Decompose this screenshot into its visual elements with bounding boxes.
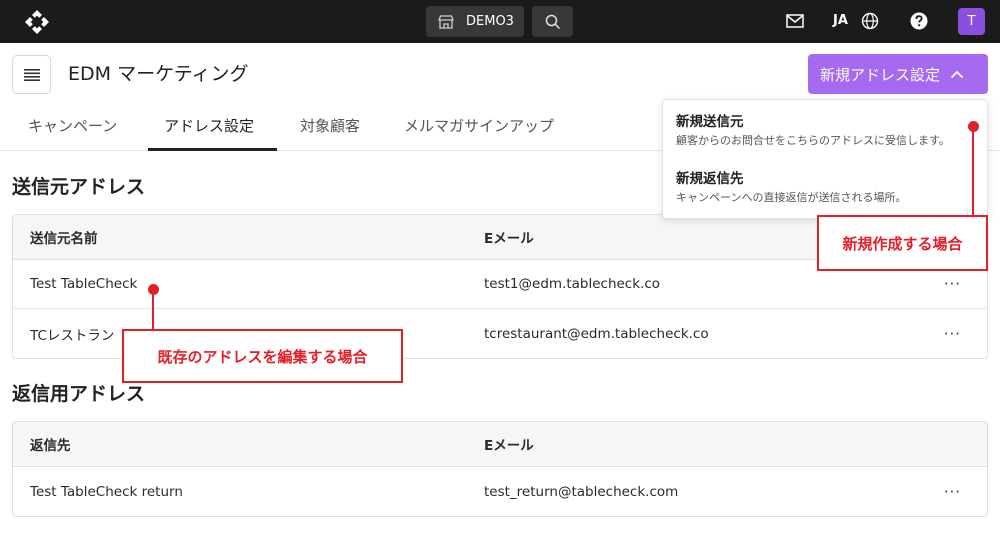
reply-section-title: 返信用アドレス [12, 383, 146, 405]
chevron-up-icon [950, 70, 964, 78]
top-bar: DEMO3 JA T [0, 0, 1000, 43]
tab-newsletter-signup[interactable]: メルマガサインアップ [404, 115, 554, 137]
language-label[interactable]: JA [833, 13, 848, 29]
sender-email: tcrestaurant@edm.tablecheck.co [484, 325, 709, 342]
dropdown-item-title: 新規送信元 [676, 114, 744, 130]
reply-name: Test TableCheck return [30, 483, 183, 500]
annotation-edit-existing: 既存のアドレスを編集する場合 [122, 329, 403, 383]
annotation-create-new: 新規作成する場合 [817, 215, 988, 271]
dropdown-item-description: 顧客からのお問合せをこちらのアドレスに受信します。 [676, 134, 950, 147]
dropdown-item-description: キャンペーンへの直接返信が送信される場所。 [676, 191, 907, 204]
page-title: EDM マーケティング [68, 63, 249, 85]
dropdown-item-new-sender[interactable]: 新規送信元 顧客からのお問合せをこちらのアドレスに受信します。 [676, 113, 950, 149]
store-name: DEMO3 [466, 14, 514, 29]
store-selector-button[interactable]: DEMO3 [426, 6, 524, 37]
annotation-connector [152, 290, 154, 330]
column-header-reply-to: 返信先 [30, 438, 71, 454]
mail-icon[interactable] [786, 13, 804, 29]
tab-address-settings[interactable]: アドレス設定 [164, 115, 254, 137]
sender-name: Test TableCheck [30, 276, 138, 292]
hamburger-icon [23, 68, 40, 81]
column-header-email: Eメール [484, 231, 534, 247]
sender-section-title: 送信元アドレス [12, 176, 146, 198]
table-header: 返信先 Eメール [13, 422, 987, 467]
annotation-connector [972, 127, 974, 216]
tab-campaign[interactable]: キャンペーン [28, 115, 117, 137]
search-button[interactable] [532, 6, 573, 37]
sender-name: TCレストラン [30, 327, 115, 344]
tab-target-customers[interactable]: 対象顧客 [300, 115, 360, 137]
reply-address-table: 返信先 Eメール Test TableCheck return test_ret… [12, 421, 988, 517]
more-actions-icon[interactable]: ··· [944, 467, 961, 516]
more-actions-icon[interactable]: ··· [944, 309, 961, 358]
table-row[interactable]: Test TableCheck return test_return@table… [13, 467, 987, 516]
active-tab-indicator [148, 148, 277, 151]
menu-toggle-button[interactable] [12, 55, 51, 94]
store-icon [438, 14, 454, 29]
new-address-dropdown: 新規送信元 顧客からのお問合せをこちらのアドレスに受信します。 新規返信先 キャ… [662, 99, 988, 219]
sender-email: test1@edm.tablecheck.co [484, 276, 661, 292]
globe-icon[interactable] [861, 12, 879, 30]
new-address-button[interactable]: 新規アドレス設定 [808, 54, 988, 94]
user-avatar[interactable]: T [958, 8, 985, 35]
help-icon[interactable] [910, 12, 928, 30]
dropdown-item-title: 新規返信先 [676, 171, 744, 187]
new-address-button-label: 新規アドレス設定 [820, 65, 941, 84]
column-header-email: Eメール [484, 438, 534, 454]
column-header-sender-name: 送信元名前 [30, 231, 98, 247]
reply-email: test_return@tablecheck.com [484, 483, 679, 500]
tablecheck-logo-icon[interactable] [24, 9, 50, 35]
dropdown-item-new-reply[interactable]: 新規返信先 キャンペーンへの直接返信が送信される場所。 [676, 170, 906, 206]
search-icon [545, 14, 560, 29]
